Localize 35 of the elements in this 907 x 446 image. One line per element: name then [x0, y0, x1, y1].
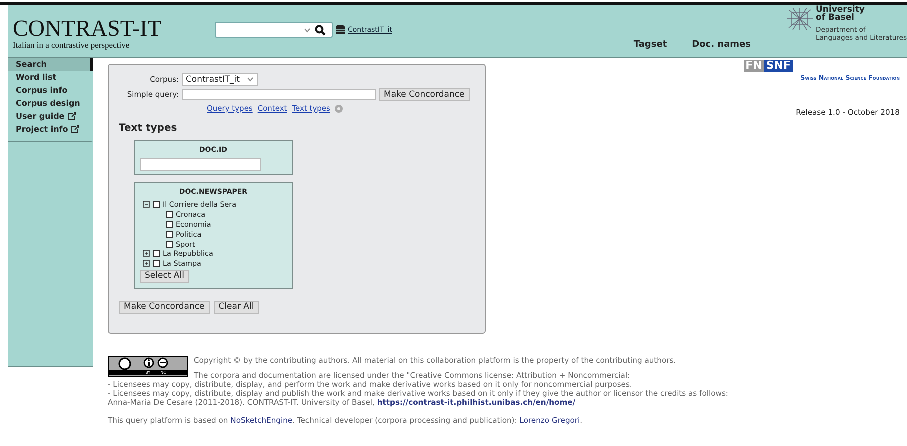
- search-field[interactable]: [215, 22, 333, 38]
- form-button[interactable]: Make Concordance: [119, 300, 210, 314]
- select-all-button[interactable]: Select All: [140, 270, 190, 283]
- make-concordance-button[interactable]: Make Concordance: [379, 88, 470, 101]
- checkbox[interactable]: [153, 260, 160, 268]
- corpus-select[interactable]: ContrastIT_it: [182, 73, 258, 86]
- site-subtitle: Italian in a contrastive perspective: [13, 40, 131, 50]
- sidebar-item[interactable]: Corpus design: [8, 97, 93, 110]
- sidebar-item[interactable]: Word list: [8, 71, 93, 84]
- checkbox[interactable]: [166, 230, 173, 238]
- expand-icon[interactable]: [143, 250, 150, 258]
- site-title: CONTRAST-IT: [13, 18, 163, 40]
- sidebar-item[interactable]: Corpus info: [8, 84, 93, 97]
- checkbox[interactable]: [153, 201, 160, 208]
- checkbox[interactable]: [153, 250, 160, 258]
- logo-text: SNF: [764, 60, 793, 72]
- nav-link[interactable]: Tagset: [634, 40, 668, 50]
- university-name: University of Basel: [816, 6, 866, 22]
- sidebar-item[interactable]: Search: [8, 58, 93, 71]
- doc-id-field[interactable]: [140, 158, 261, 171]
- collapse-icon[interactable]: [143, 201, 150, 208]
- section-heading: Text types: [119, 123, 178, 134]
- checkbox[interactable]: [166, 211, 173, 218]
- query-field[interactable]: [182, 89, 376, 100]
- search-icon[interactable]: [315, 24, 326, 36]
- logo-text: FN: [744, 60, 764, 72]
- form-button[interactable]: Clear All: [214, 300, 260, 314]
- checkbox[interactable]: [166, 220, 173, 228]
- sidebar-item[interactable]: User guide: [8, 110, 93, 123]
- checkbox[interactable]: [166, 240, 173, 248]
- database-icon: [336, 25, 345, 35]
- university-logo-icon: [787, 8, 813, 30]
- nav-link[interactable]: Doc. names: [692, 40, 751, 50]
- sidebar-item[interactable]: Project info: [8, 123, 93, 142]
- expand-icon[interactable]: [143, 260, 150, 268]
